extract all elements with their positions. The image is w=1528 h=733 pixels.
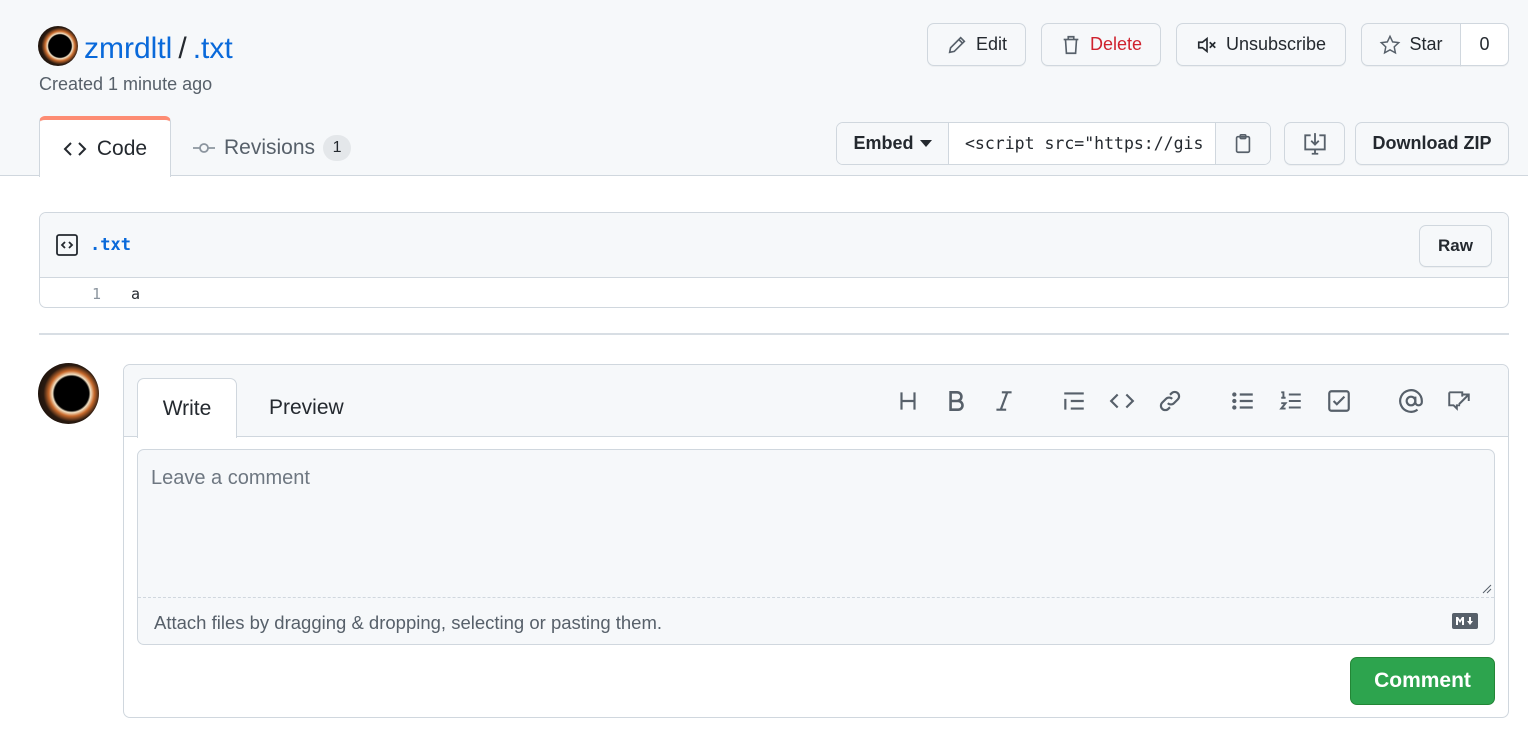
revisions-counter: 1 — [323, 135, 352, 161]
embed-group: Embed <script src="https://gis — [836, 122, 1271, 165]
comment-textarea[interactable]: Leave a comment Attach files by dragging… — [137, 449, 1495, 645]
star-label: Star — [1409, 34, 1443, 54]
link-icon[interactable] — [1157, 388, 1183, 414]
copy-button[interactable] — [1215, 123, 1270, 164]
file-code-icon — [56, 234, 78, 256]
title-separator: / — [178, 32, 187, 65]
code-icon[interactable] — [1109, 388, 1135, 414]
tab-preview[interactable]: Preview — [269, 396, 344, 420]
attach-files-hint[interactable]: Attach files by dragging & dropping, sel… — [154, 612, 662, 634]
unsubscribe-label: Unsubscribe — [1225, 34, 1327, 54]
markdown-icon — [1452, 613, 1478, 629]
mention-icon[interactable] — [1398, 388, 1424, 414]
commit-icon — [193, 143, 215, 153]
comment-input[interactable]: Leave a comment — [138, 450, 1494, 598]
resize-handle-icon[interactable] — [1480, 582, 1492, 594]
file-name-link[interactable]: .txt — [90, 235, 131, 255]
embed-select[interactable]: Embed — [837, 123, 949, 164]
gist-filename-link[interactable]: .txt — [193, 32, 233, 65]
line-number[interactable]: 1 — [40, 285, 101, 303]
heading-icon[interactable] — [895, 388, 921, 414]
edit-label: Edit — [975, 34, 1008, 54]
trash-icon — [1063, 35, 1079, 54]
file-header: .txt Raw — [40, 213, 1508, 278]
bulleted-list-icon[interactable] — [1230, 388, 1256, 414]
gist-header: zmrdltl / .txt Created 1 minute ago Edit D… — [0, 0, 1528, 177]
open-desktop-button[interactable] — [1284, 122, 1345, 165]
reference-icon[interactable] — [1446, 388, 1472, 414]
italic-icon[interactable] — [991, 388, 1017, 414]
code-icon — [63, 141, 87, 156]
pencil-icon — [948, 35, 966, 53]
line-content: a — [131, 285, 141, 303]
file-box: .txt Raw 1 a — [39, 212, 1509, 308]
caret-down-icon — [919, 139, 932, 147]
bold-icon[interactable] — [943, 388, 969, 414]
tab-revisions-label: Revisions — [224, 136, 316, 159]
comment-form-header: Write Preview — [124, 365, 1508, 438]
clipboard-icon — [1235, 133, 1251, 153]
comment-form: Write Preview Leave a comment Attach fil… — [123, 364, 1509, 718]
tab-write[interactable]: Write — [137, 378, 237, 438]
gist-title: zmrdltl / .txt — [84, 30, 233, 68]
edit-button[interactable]: Edit — [927, 23, 1026, 66]
raw-button[interactable]: Raw — [1419, 225, 1492, 267]
comment-submit-button[interactable]: Comment — [1350, 657, 1495, 705]
unsubscribe-button[interactable]: Unsubscribe — [1176, 23, 1346, 66]
owner-link[interactable]: zmrdltl — [84, 32, 172, 65]
desktop-download-icon — [1303, 132, 1326, 155]
download-zip-button[interactable]: Download ZIP — [1355, 122, 1509, 165]
numbered-list-icon[interactable] — [1278, 388, 1304, 414]
commenter-avatar[interactable] — [38, 363, 99, 424]
embed-url-input[interactable]: <script src="https://gis — [949, 123, 1215, 164]
created-timestamp: Created 1 minute ago — [39, 74, 213, 94]
section-divider — [39, 333, 1509, 335]
star-icon — [1380, 34, 1401, 54]
delete-button[interactable]: Delete — [1041, 23, 1161, 66]
mute-icon — [1197, 36, 1216, 53]
star-button[interactable]: Star — [1361, 23, 1461, 66]
delete-label: Delete — [1089, 34, 1143, 54]
quote-icon[interactable] — [1061, 388, 1087, 414]
owner-avatar[interactable] — [38, 26, 78, 66]
star-count[interactable]: 0 — [1460, 23, 1509, 66]
embed-label: Embed — [853, 133, 914, 153]
tab-code[interactable]: Code — [39, 116, 171, 177]
code-line: 1 a — [40, 278, 1508, 307]
task-list-icon[interactable] — [1326, 388, 1352, 414]
tab-code-label: Code — [96, 136, 148, 160]
tab-revisions[interactable]: Revisions 1 — [192, 130, 352, 166]
